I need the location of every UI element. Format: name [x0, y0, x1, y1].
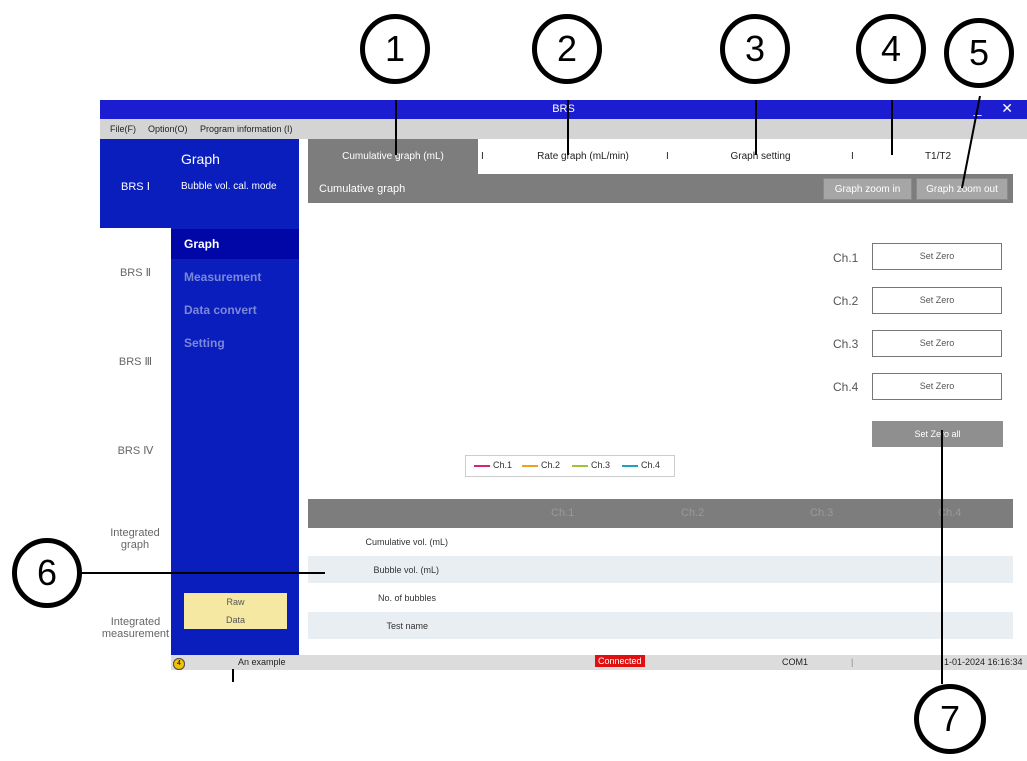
tab-separator: I [666, 151, 669, 162]
legend-item-ch2: Ch.2 [522, 460, 560, 470]
legend-item-ch3: Ch.3 [572, 460, 610, 470]
legend-label-ch2: Ch.2 [541, 460, 561, 470]
table-header: Ch.1 Ch.2 Ch.3 Ch.4 [308, 499, 1013, 528]
group-brs3[interactable]: BRS Ⅲ [100, 355, 171, 368]
callout-6: 6 [12, 538, 82, 608]
menu-option[interactable]: Option(O) [148, 124, 188, 134]
table-col-ch3: Ch.3 [810, 507, 834, 519]
callout-1: 1 [360, 14, 430, 84]
table-row: Bubble vol. (mL) [308, 556, 1013, 583]
tab-rate-graph[interactable]: Rate graph (mL/min) [498, 139, 668, 174]
legend-swatch-ch1 [474, 464, 490, 467]
group-brs4[interactable]: BRS Ⅳ [100, 444, 171, 457]
ch4-set-zero-button[interactable]: Set Zero [872, 373, 1002, 400]
status-separator: | [851, 657, 854, 667]
callout-5-line [961, 96, 981, 189]
status-port: COM1 [782, 657, 809, 667]
menu-program-info[interactable]: Program information (I) [200, 124, 293, 134]
legend-item-ch1: Ch.1 [474, 460, 512, 470]
menu-bar: File(F) Option(O) Program information (I… [100, 119, 1027, 139]
row-label-test-name: Test name [386, 621, 428, 631]
raw-button[interactable]: Raw [184, 593, 287, 611]
channel-3-label: Ch.3 [833, 337, 859, 351]
table-col-ch1: Ch.1 [551, 507, 575, 519]
nav-item-setting[interactable]: Setting [171, 328, 299, 358]
group-brs1[interactable]: BRS Ⅰ [100, 180, 171, 193]
graph-title: Cumulative graph [319, 183, 406, 195]
set-zero-all-button[interactable]: Set Zero all [872, 421, 1003, 447]
legend-label-ch1: Ch.1 [493, 460, 513, 470]
callout-2: 2 [532, 14, 602, 84]
window-title: BRS [552, 103, 575, 115]
tab-cumulative-graph[interactable]: Cumulative graph (mL) [308, 139, 478, 174]
badge-4: 4 [173, 658, 185, 670]
legend-swatch-ch3 [572, 464, 588, 467]
callout-6-line [80, 572, 325, 574]
legend-item-ch4: Ch.4 [622, 460, 660, 470]
status-example-text: An example [238, 657, 286, 667]
device-group-column: BRS Ⅰ BRS Ⅱ BRS Ⅲ BRS Ⅳ Integrated graph… [100, 139, 171, 655]
group-brs1-highlight[interactable]: BRS Ⅰ [100, 139, 171, 228]
graph-header-bar: Cumulative graph Graph zoom in Graph zoo… [308, 174, 1013, 203]
table-row: Test name [308, 612, 1013, 639]
channel-4-label: Ch.4 [833, 380, 859, 394]
legend-label-ch4: Ch.4 [641, 460, 661, 470]
nav-panel-mode: Bubble vol. cal. mode [181, 181, 277, 192]
legend-swatch-ch4 [622, 464, 638, 467]
graph-legend: Ch.1 Ch.2 Ch.3 Ch.4 [465, 455, 675, 477]
group-brs2[interactable]: BRS Ⅱ [100, 266, 171, 279]
legend-swatch-ch2 [522, 464, 538, 467]
callout-1-line [395, 100, 397, 155]
callout-4-line [891, 100, 893, 155]
row-label-bubble-vol: Bubble vol. (mL) [373, 565, 439, 575]
graph-zoom-in-button[interactable]: Graph zoom in [823, 178, 912, 200]
table-col-ch2: Ch.2 [681, 507, 705, 519]
ch3-set-zero-button[interactable]: Set Zero [872, 330, 1002, 357]
row-label-no-of-bubbles: No. of bubbles [377, 593, 436, 603]
connection-status-badge: Connected [595, 655, 645, 667]
menu-file[interactable]: File(F) [110, 124, 136, 134]
data-button[interactable]: Data [184, 611, 287, 629]
nav-panel: Graph Bubble vol. cal. mode Graph Measur… [171, 139, 299, 655]
tab-separator: I [481, 151, 484, 162]
callout-7: 7 [914, 684, 986, 754]
callout-4: 4 [856, 14, 926, 84]
callout-2-line [567, 100, 569, 155]
window-titlebar: BRS _ ✕ [100, 100, 1027, 119]
status-bar: 1234 An example Connected COM1 | 1-01-20… [171, 655, 1027, 670]
nav-panel-title: Graph [181, 151, 220, 167]
callout-5: 5 [944, 18, 1014, 88]
status-datetime: 1-01-2024 16:16:34 [944, 657, 1023, 667]
ch2-set-zero-button[interactable]: Set Zero [872, 287, 1002, 314]
tab-separator: I [851, 151, 854, 162]
legend-label-ch3: Ch.3 [591, 460, 611, 470]
group-integrated-measurement[interactable]: Integrated measurement [100, 616, 171, 640]
tab-graph-setting[interactable]: Graph setting [688, 139, 833, 174]
status-pointer-line [232, 669, 234, 682]
channel-2-label: Ch.2 [833, 294, 859, 308]
group-integrated-graph[interactable]: Integrated graph [105, 527, 165, 551]
table-row: No. of bubbles [308, 584, 1013, 611]
callout-3: 3 [720, 14, 790, 84]
tab-bar: Cumulative graph (mL) I Rate graph (mL/m… [308, 139, 1013, 174]
row-label-cumulative-vol: Cumulative vol. (mL) [365, 537, 448, 547]
callout-7-line [941, 430, 943, 684]
nav-item-graph[interactable]: Graph [171, 229, 299, 259]
callout-3-line [755, 100, 757, 155]
ch1-set-zero-button[interactable]: Set Zero [872, 243, 1002, 270]
nav-item-data-convert[interactable]: Data convert [171, 295, 299, 325]
nav-item-measurement[interactable]: Measurement [171, 262, 299, 292]
table-row: Cumulative vol. (mL) [308, 528, 1013, 555]
channel-1-label: Ch.1 [833, 251, 859, 265]
